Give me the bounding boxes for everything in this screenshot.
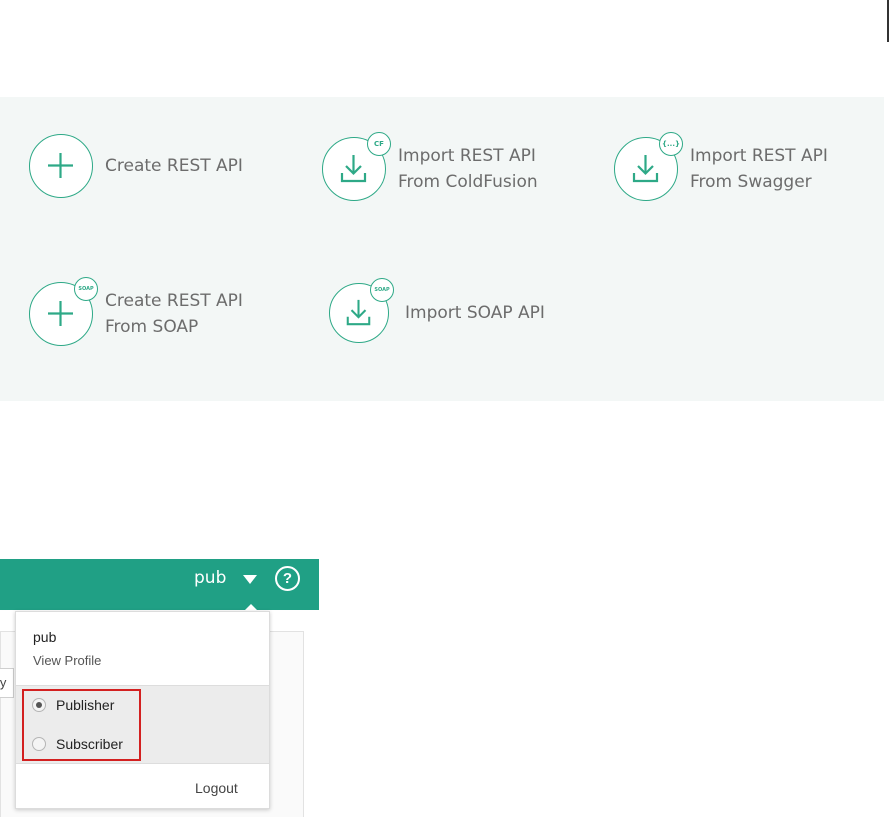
option-icon-circle <box>29 134 93 198</box>
option-label-line: Import REST API <box>398 146 536 166</box>
option-label-line: From Swagger <box>690 172 812 192</box>
option-label: Create REST API <box>105 153 243 179</box>
option-icon-circle: SOAP <box>29 277 98 346</box>
swagger-badge: {...} <box>659 132 683 156</box>
api-options-panel: Create REST API CF Import REST API From … <box>0 97 884 401</box>
header-username[interactable]: pub <box>194 568 226 588</box>
option-icon-circle: SOAP <box>329 278 394 343</box>
header-bar <box>0 559 319 610</box>
user-dropdown-menu: pub View Profile Publisher Subscriber Lo… <box>15 611 270 809</box>
import-soap-api-option[interactable]: SOAP Import SOAP API <box>329 278 545 343</box>
dropdown-username: pub <box>33 629 57 645</box>
soap-badge: SOAP <box>74 277 98 301</box>
option-label-line: Import REST API <box>690 146 828 166</box>
option-label-line: Create REST API <box>105 291 243 311</box>
option-icon-circle: CF <box>322 132 391 201</box>
create-rest-api-from-soap-option[interactable]: SOAP Create REST API From SOAP <box>29 277 243 346</box>
option-label-line: From ColdFusion <box>398 172 538 192</box>
import-rest-api-swagger-option[interactable]: {...} Import REST API From Swagger <box>614 132 828 201</box>
annotation-highlight-box <box>22 689 141 761</box>
option-label-line: Create REST API <box>105 156 243 176</box>
soap-badge: SOAP <box>370 278 394 302</box>
logout-link[interactable]: Logout <box>195 780 238 796</box>
option-label-line: From SOAP <box>105 317 199 337</box>
edge-divider <box>887 0 889 42</box>
create-rest-api-option[interactable]: Create REST API <box>29 134 243 198</box>
option-icon-circle: {...} <box>614 132 683 201</box>
role-selector: Publisher Subscriber <box>16 685 269 764</box>
option-label: Import SOAP API <box>405 300 545 326</box>
option-label-line: Import SOAP API <box>405 303 545 323</box>
background-input-fragment[interactable]: ly <box>0 668 14 698</box>
view-profile-link[interactable]: View Profile <box>33 653 101 668</box>
option-label: Create REST API From SOAP <box>105 288 243 340</box>
option-label: Import REST API From Swagger <box>690 143 828 195</box>
coldfusion-badge: CF <box>367 132 391 156</box>
import-rest-api-coldfusion-option[interactable]: CF Import REST API From ColdFusion <box>322 132 538 201</box>
help-icon[interactable]: ? <box>275 566 300 591</box>
plus-icon <box>48 153 73 178</box>
chevron-down-icon[interactable] <box>243 575 257 584</box>
option-label: Import REST API From ColdFusion <box>398 143 538 195</box>
